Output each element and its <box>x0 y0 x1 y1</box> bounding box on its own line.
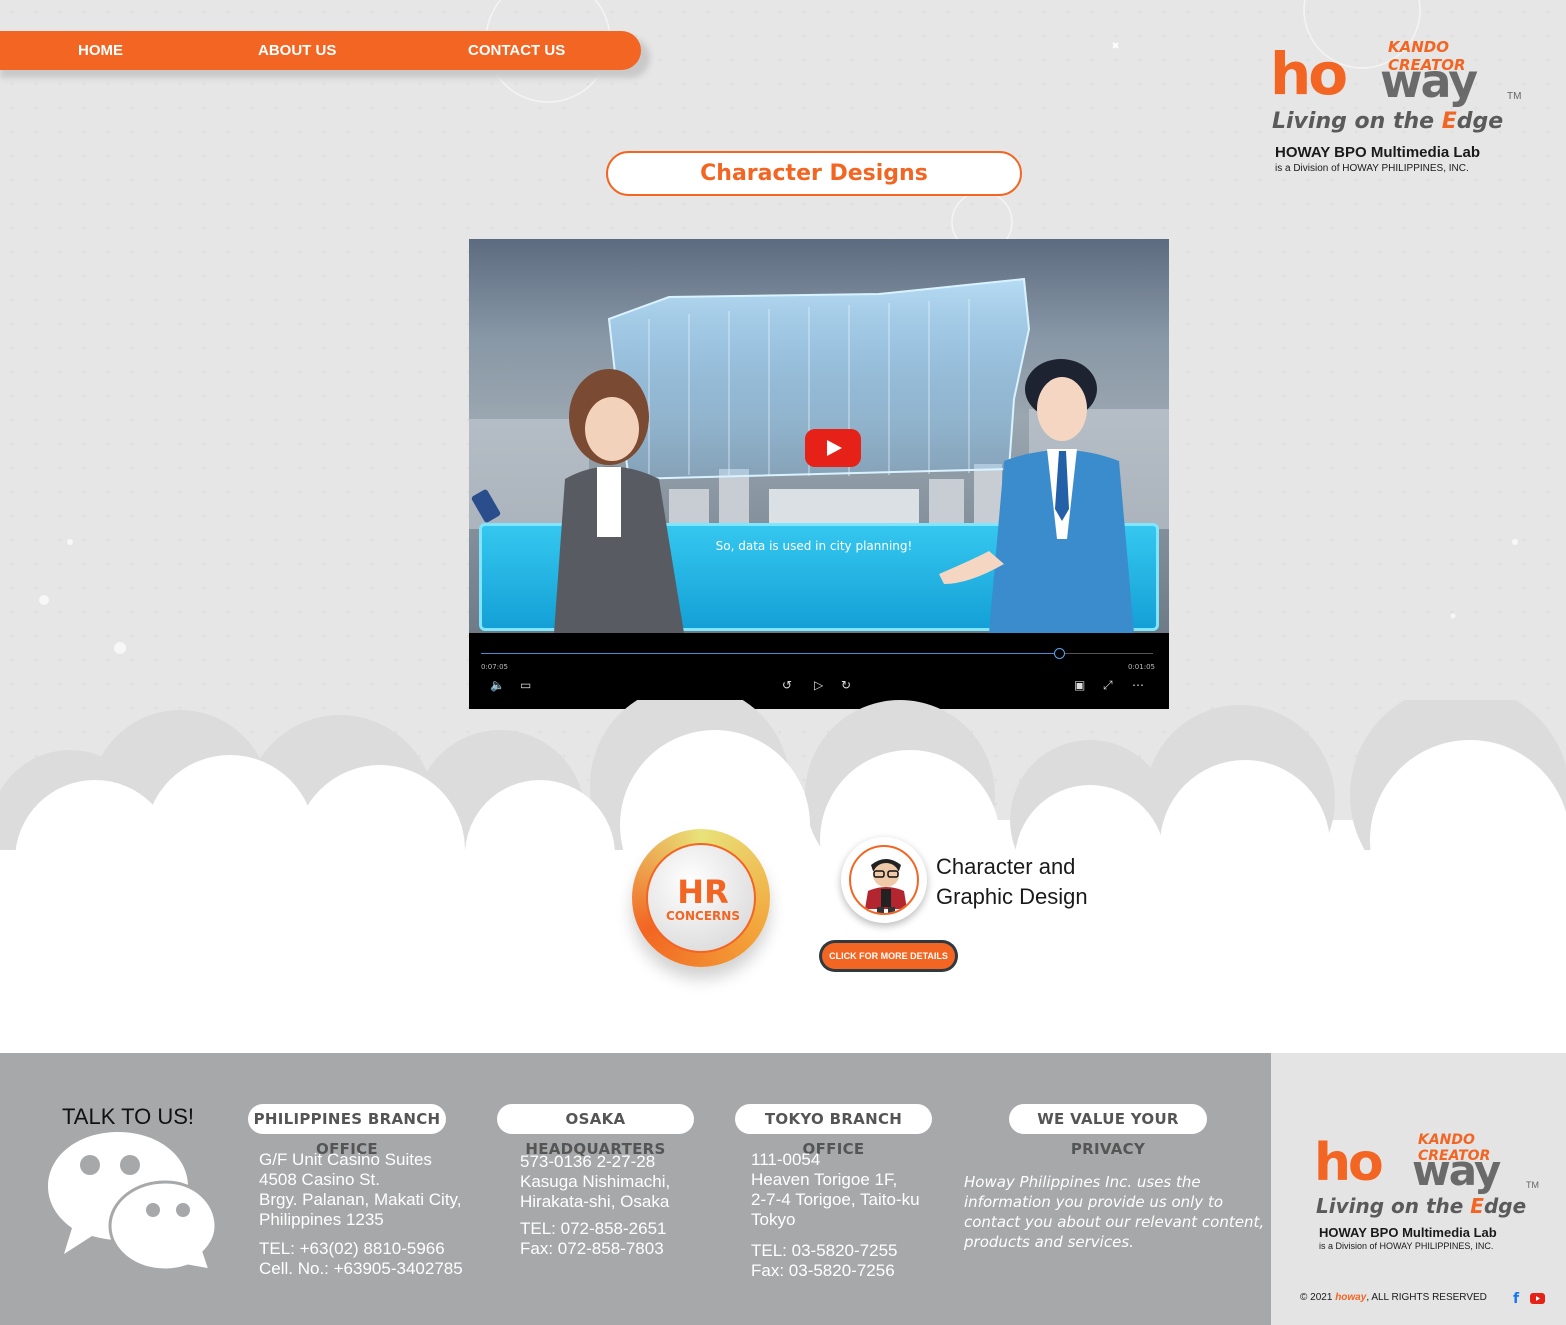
osaka-hq-heading: OSAKA HEADQUARTERS <box>497 1104 694 1158</box>
video-frame: So, data is used in city planning! <box>469 239 1169 633</box>
video-controls: 0:07:05 0:01:05 🔈 ▭ ↺ ▷ ↻ ▣ ⤢ ⋯ <box>469 633 1169 709</box>
logo-tm: TM <box>1507 91 1522 102</box>
play-icon[interactable]: ▷ <box>814 678 823 692</box>
service-title-line1: Character and <box>936 854 1076 879</box>
chat-bubbles-icon[interactable] <box>46 1130 218 1272</box>
service-title-line2: Graphic Design <box>936 884 1088 909</box>
facebook-icon[interactable]: f <box>1513 1291 1519 1307</box>
elapsed-time: 0:07:05 <box>481 663 508 671</box>
designer-avatar[interactable] <box>841 837 927 923</box>
philippines-office-heading: PHILIPPINES BRANCH OFFICE <box>248 1104 446 1158</box>
copyright-year: © 2021 <box>1300 1292 1333 1303</box>
more-details-button[interactable]: CLICK FOR MORE DETAILS <box>819 940 958 972</box>
hr-badge-title: HR <box>677 873 729 911</box>
seek-bar-progress <box>481 653 1059 654</box>
address-line: Tokyo <box>751 1210 796 1229</box>
address-line: 573-0136 2-27-28 <box>520 1152 656 1171</box>
captions-icon[interactable]: ▭ <box>520 678 531 692</box>
address-line: Brgy. Palanan, Makati City, <box>259 1190 462 1209</box>
phone-line: TEL: +63(02) 8810-5966 <box>259 1239 445 1258</box>
brand-logo[interactable]: KANDO CREATOR ho way TM Living on the Ed… <box>1270 36 1530 181</box>
more-options-icon[interactable]: ⋯ <box>1132 678 1144 692</box>
address-line: Kasuga Nishimachi, <box>520 1172 671 1191</box>
copyright-rights: , ALL RIGHTS RESERVED <box>1366 1292 1487 1303</box>
nav-home[interactable]: HOME <box>78 31 123 71</box>
copyright-brand: howay <box>1335 1292 1367 1303</box>
avatar-frame <box>849 845 919 915</box>
logo-way-text: way <box>1380 54 1478 108</box>
logo-way-text: way <box>1412 1146 1501 1195</box>
designer-avatar-icon <box>865 859 907 913</box>
logo-tagline: Living on the Edge <box>1316 1194 1527 1218</box>
logo-division-text: is a Division of HOWAY PHILIPPINES, INC. <box>1275 163 1469 174</box>
hr-concerns-badge[interactable]: HR CONCERNS <box>632 829 770 967</box>
privacy-heading: WE VALUE YOUR PRIVACY <box>1009 1104 1207 1158</box>
nav-about-us[interactable]: ABOUT US <box>258 31 336 71</box>
rewind-10-icon[interactable]: ↺ <box>782 678 792 692</box>
logo-lab-name: HOWAY BPO Multimedia Lab <box>1275 144 1481 161</box>
tokyo-address: 111-0054 Heaven Torigoe 1F, 2-7-4 Torigo… <box>751 1150 920 1281</box>
logo-ho-text: ho <box>1314 1133 1384 1193</box>
address-line: Hirakata-shi, Osaka <box>520 1192 670 1211</box>
logo-ho-text: ho <box>1270 40 1348 108</box>
tokyo-office-heading: TOKYO BRANCH OFFICE <box>735 1104 932 1158</box>
phone-line: TEL: 072-858-2651 <box>520 1219 667 1238</box>
more-details-label: CLICK FOR MORE DETAILS <box>822 943 955 969</box>
phone-line: TEL: 03-5820-7255 <box>751 1241 898 1260</box>
address-line: 111-0054 <box>751 1150 821 1169</box>
copyright-text: © 2021 howay, ALL RIGHTS RESERVED <box>1300 1292 1487 1303</box>
address-line: G/F Unit Casino Suites <box>259 1150 432 1169</box>
page-title: Character Designs <box>606 151 1022 196</box>
cloud-divider <box>0 700 1566 960</box>
privacy-text: Howay Philippines Inc. uses the informat… <box>964 1173 1265 1251</box>
address-line: 4508 Casino St. <box>259 1170 380 1189</box>
video-player[interactable]: So, data is used in city planning! 0:07:… <box>469 239 1169 709</box>
play-button[interactable] <box>805 429 861 467</box>
seek-bar[interactable] <box>481 648 1153 659</box>
fax-line: Fax: 072-858-7803 <box>520 1239 664 1258</box>
hr-concerns-inner: HR CONCERNS <box>646 843 756 953</box>
youtube-icon[interactable] <box>1530 1293 1545 1304</box>
logo-tagline: Living on the Edge <box>1272 109 1504 134</box>
video-subtitle: So, data is used in city planning! <box>715 539 913 553</box>
talk-to-us-heading: TALK TO US! <box>62 1104 195 1129</box>
phone-line: Cell. No.: +63905-3402785 <box>259 1259 463 1278</box>
hr-badge-subtitle: CONCERNS <box>666 909 740 923</box>
fax-line: Fax: 03-5820-7256 <box>751 1261 895 1280</box>
nav-contact-us[interactable]: CONTACT US <box>468 31 565 71</box>
remaining-time: 0:01:05 <box>1128 663 1155 671</box>
address-line: Philippines 1235 <box>259 1210 384 1229</box>
logo-tm: TM <box>1526 1180 1539 1190</box>
fullscreen-icon[interactable]: ⤢ <box>1103 678 1113 693</box>
address-line: Heaven Torigoe 1F, <box>751 1170 898 1189</box>
seek-handle[interactable] <box>1053 648 1065 659</box>
forward-30-icon[interactable]: ↻ <box>841 678 851 692</box>
service-title: Character and Graphic Design <box>936 852 1136 912</box>
footer-brand-logo[interactable]: KANDO CREATOR ho way TM Living on the Ed… <box>1314 1130 1544 1260</box>
logo-division-text: is a Division of HOWAY PHILIPPINES, INC. <box>1319 1241 1494 1251</box>
main-nav: HOME ABOUT US CONTACT US <box>0 31 641 70</box>
osaka-address: 573-0136 2-27-28 Kasuga Nishimachi, Hira… <box>520 1152 670 1259</box>
volume-icon[interactable]: 🔈 <box>490 678 505 692</box>
logo-lab-name: HOWAY BPO Multimedia Lab <box>1319 1225 1497 1240</box>
mini-player-icon[interactable]: ▣ <box>1074 678 1085 692</box>
philippines-address: G/F Unit Casino Suites 4508 Casino St. B… <box>259 1150 463 1279</box>
address-line: 2-7-4 Torigoe, Taito-ku <box>751 1190 920 1209</box>
